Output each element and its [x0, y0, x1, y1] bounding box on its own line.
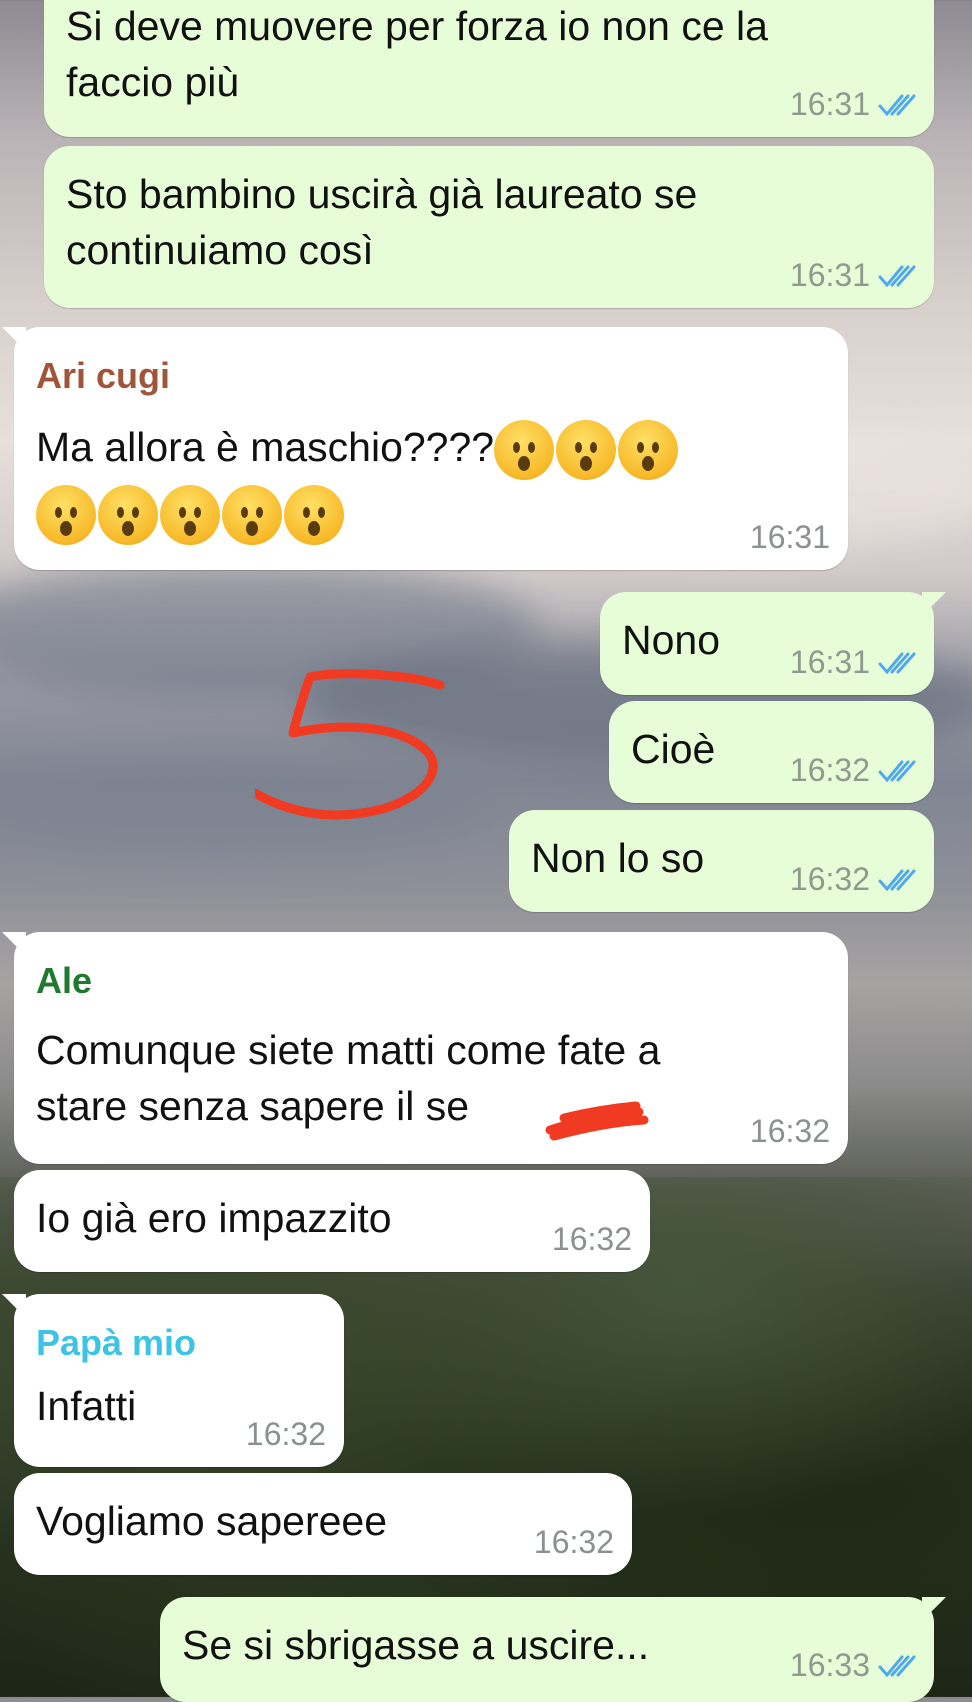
message-meta: 16:32 [534, 1524, 614, 1561]
astonished-face-icon [494, 420, 555, 481]
astonished-face-icon [160, 485, 220, 546]
scribble-censor [545, 1101, 649, 1141]
message-time: 16:32 [533, 1524, 614, 1560]
message-bubble-outgoing[interactable]: Se si sbrigasse a uscire... 16:33 [160, 1597, 946, 1702]
message-time: 16:31 [749, 519, 830, 555]
message-time: 16:32 [789, 752, 870, 788]
message-time: 16:31 [789, 257, 870, 293]
message-time: 16:32 [789, 861, 870, 897]
message-meta: 16:31 [790, 644, 916, 681]
message-text: Se si sbrigasse a uscire... [182, 1622, 650, 1668]
message-meta: 16:32 [246, 1416, 326, 1453]
double-check-icon [878, 650, 916, 676]
astonished-face-icon [618, 420, 679, 481]
astonished-face-icon [36, 485, 96, 546]
message-bubble-incoming[interactable]: Vogliamo sapereee 16:32 [14, 1473, 632, 1575]
message-time: 16:31 [789, 86, 870, 122]
message-time: 16:32 [749, 1113, 830, 1149]
message-bubble-incoming[interactable]: Io già ero impazzito 16:32 [14, 1170, 650, 1272]
message-meta: 16:31 [750, 519, 830, 556]
message-text: Infatti [36, 1383, 137, 1429]
message-meta: 16:32 [750, 1113, 830, 1150]
message-time: 16:33 [789, 1647, 870, 1683]
message-time: 16:32 [551, 1221, 632, 1257]
message-bubble-incoming[interactable]: Ari cugi Ma allora è maschio???? 16:31 [2, 327, 848, 570]
message-text: Vogliamo sapereee [36, 1498, 388, 1544]
message-meta: 16:32 [552, 1221, 632, 1258]
message-meta: 16:31 [790, 86, 916, 123]
double-check-icon [878, 263, 916, 289]
message-text: Io già ero impazzito [36, 1195, 392, 1241]
message-meta: 16:33 [790, 1647, 916, 1684]
sender-name: Ale [36, 960, 93, 1001]
sender-name: Ari cugi [36, 355, 171, 396]
message-text: Sto bambino uscirà già laureato se conti… [66, 171, 698, 273]
message-text: Non lo so [531, 835, 705, 881]
double-check-icon [878, 758, 916, 784]
message-time: 16:32 [245, 1416, 326, 1452]
message-text-content: Ma allora è maschio???? [36, 424, 495, 470]
astonished-face-icon [98, 485, 158, 546]
message-bubble-outgoing[interactable]: Si deve muovere per forza io non ce la f… [44, 0, 934, 137]
drawn-number-annotation: 5 [255, 665, 445, 820]
message-text: Nono [622, 617, 721, 663]
sender-name: Papà mio [36, 1322, 197, 1363]
message-text: Ma allora è maschio???? [36, 419, 816, 546]
double-check-icon [878, 92, 916, 118]
astonished-face-icon [222, 485, 282, 546]
message-meta: 16:32 [790, 861, 916, 898]
message-meta: 16:31 [790, 257, 916, 294]
message-text: Si deve muovere per forza io non ce la f… [66, 3, 768, 105]
message-bubble-outgoing[interactable]: Sto bambino uscirà già laureato se conti… [44, 146, 934, 308]
drawn-number-text: 5 [255, 665, 256, 666]
double-check-icon [878, 1653, 916, 1679]
message-time: 16:31 [789, 644, 870, 680]
astonished-face-icon [284, 485, 344, 546]
message-bubble-outgoing[interactable]: Nono 16:31 [600, 592, 946, 695]
message-bubble-outgoing[interactable]: Non lo so 16:32 [509, 810, 934, 912]
message-text: Cioè [631, 726, 716, 772]
astonished-face-icon [556, 420, 617, 481]
message-meta: 16:32 [790, 752, 916, 789]
message-bubble-incoming[interactable]: Papà mio Infatti 16:32 [2, 1294, 344, 1467]
message-bubble-outgoing[interactable]: Cioè 16:32 [609, 701, 934, 803]
double-check-icon [878, 867, 916, 893]
message-bubble-incoming[interactable]: Ale Comunque siete matti come fate a sta… [2, 932, 848, 1164]
